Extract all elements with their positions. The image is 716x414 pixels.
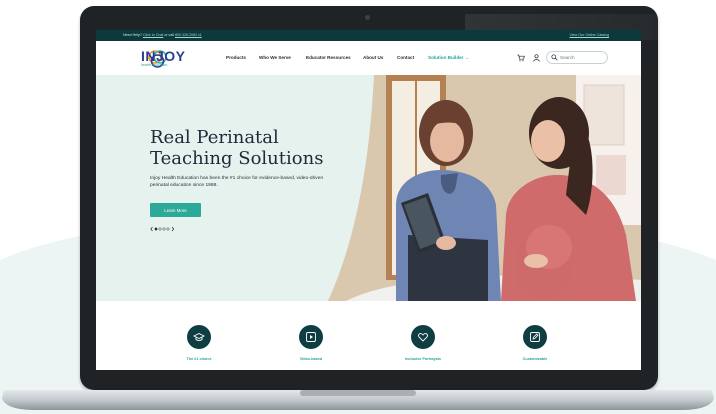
brand-tagline: health education xyxy=(141,63,168,67)
catalog-link[interactable]: View Our Online Catalog xyxy=(570,33,610,37)
edit-icon xyxy=(523,325,547,349)
main-nav: INJOY health education Products Who We S… xyxy=(96,41,641,75)
graduation-cap-icon xyxy=(187,325,211,349)
feature-row: The #1 choice Video-based Inclusive Port… xyxy=(96,301,641,370)
carousel-dot[interactable] xyxy=(166,227,170,231)
hero-headline: Real Perinatal Teaching Solutions xyxy=(150,127,324,169)
feature-item[interactable]: The #1 choice xyxy=(159,325,239,370)
nav-item-products[interactable]: Products xyxy=(226,55,246,60)
learn-more-button[interactable]: Learn More xyxy=(150,203,201,217)
nav-item-contact[interactable]: Contact xyxy=(397,55,414,60)
play-icon xyxy=(299,325,323,349)
cart-icon[interactable] xyxy=(517,54,525,62)
hero-banner: Real Perinatal Teaching Solutions Injoy … xyxy=(96,75,641,301)
feature-label: Customizable xyxy=(522,357,548,361)
utility-bar: Need Help? Click to Chat or call 800.326… xyxy=(96,30,641,41)
laptop-base xyxy=(2,390,714,410)
brand-name[interactable]: INJOY xyxy=(141,48,186,64)
nav-item-who-we-serve[interactable]: Who We Serve xyxy=(259,55,291,60)
feature-item[interactable]: Customizable xyxy=(495,325,575,370)
account-icon[interactable] xyxy=(533,54,540,62)
phone-link[interactable]: 800.326.2082 x1 xyxy=(175,33,202,37)
carousel-dot[interactable] xyxy=(158,227,162,231)
carousel-dot[interactable] xyxy=(154,227,158,231)
browser-screen: Need Help? Click to Chat or call 800.326… xyxy=(96,30,641,370)
feature-label: Video-based xyxy=(299,357,323,361)
search-box[interactable] xyxy=(546,51,608,64)
carousel-prev-icon[interactable] xyxy=(150,226,153,232)
nav-item-solution-builder[interactable]: Solution Builder → xyxy=(428,55,469,60)
hero-subtext: Injoy Health Education has been the #1 c… xyxy=(150,176,324,188)
nav-item-educator-resources[interactable]: Educator Resources xyxy=(306,55,351,60)
carousel-next-icon[interactable] xyxy=(171,226,175,232)
feature-label: Inclusive Portrayals xyxy=(405,357,441,361)
feature-item[interactable]: Video-based xyxy=(271,325,351,370)
carousel-indicators xyxy=(150,226,175,232)
carousel-dot[interactable] xyxy=(162,227,166,231)
feature-label: The #1 choice xyxy=(186,357,212,361)
search-icon[interactable] xyxy=(551,54,558,61)
heart-hands-icon xyxy=(411,325,435,349)
help-text: Need Help? Click to Chat or call 800.326… xyxy=(123,33,202,37)
nav-item-about-us[interactable]: About Us xyxy=(363,55,383,60)
webcam-icon xyxy=(365,15,370,20)
feature-item[interactable]: Inclusive Portrayals xyxy=(383,325,463,370)
chat-link[interactable]: Click to Chat xyxy=(143,33,163,37)
search-input[interactable] xyxy=(560,53,605,62)
